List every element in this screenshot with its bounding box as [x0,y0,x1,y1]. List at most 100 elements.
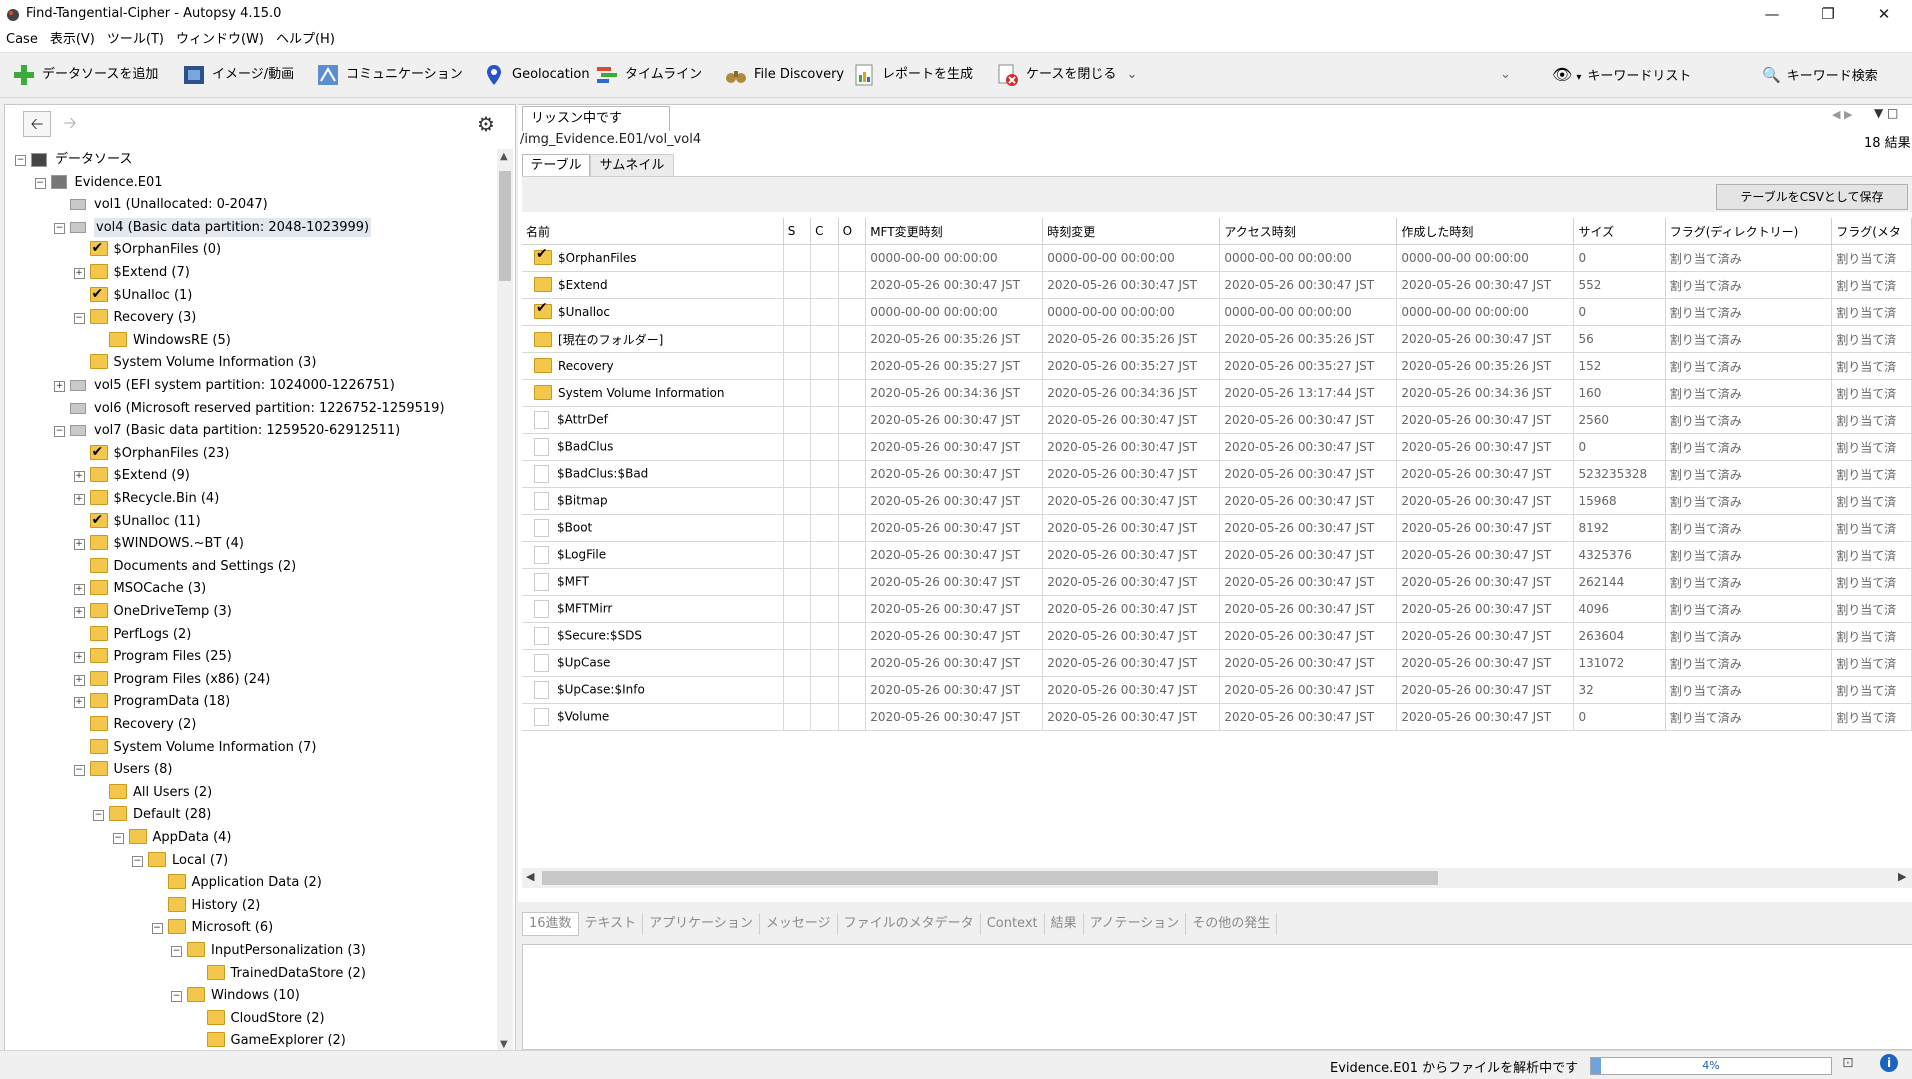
table-row[interactable]: $LogFile 2020-05-26 00:30:47 JST 2020-05-2… [522,541,1912,569]
tree-node[interactable]: TrainedDataStore (2) [206,963,366,985]
tree-node[interactable]: PerfLogs (2) [89,624,191,646]
collapse-icon[interactable]: − [34,177,46,189]
communications-button[interactable]: コミュニケーション [316,61,463,89]
tree-node[interactable]: $OrphanFiles (0) [89,237,221,261]
tree-node[interactable]: History (2) [167,895,260,917]
content-tab[interactable]: 16進数 [522,912,579,936]
timeline-button[interactable]: タイムライン [595,61,702,89]
tree-node[interactable]: CloudStore (2) [206,1008,325,1030]
geolocation-button[interactable]: Geolocation [482,61,590,89]
tree-node[interactable]: − vol7 (Basic data partition: 1259520-629… [54,420,400,442]
scroll-thumb[interactable] [499,171,511,281]
tree-node[interactable]: − AppData (4) [112,827,231,849]
column-header[interactable]: フラグ(メタ [1831,218,1912,245]
content-tab[interactable]: 結果 [1045,913,1084,935]
close-case-button[interactable]: ケースを閉じる ⌄ [996,61,1137,89]
keyword-search-button[interactable]: 🔍 キーワード検索 [1762,61,1878,89]
tree-node[interactable]: Application Data (2) [167,872,322,894]
tree-node[interactable]: All Users (2) [109,782,212,804]
generate-report-button[interactable]: レポートを生成 [852,61,973,89]
table-row[interactable]: $Extend 2020-05-26 00:30:47 JST 2020-05-26… [522,271,1912,299]
tree-node[interactable]: − データソース [15,149,132,171]
scroll-down-icon[interactable]: ▼ [500,1039,508,1050]
tree-node[interactable]: + Program Files (x86) (24) [73,669,270,691]
column-header[interactable]: フラグ(ディレクトリー) [1665,218,1833,245]
content-tab[interactable]: ファイルのメタデータ [838,913,981,935]
tree-node[interactable]: + $Extend (7) [73,262,190,284]
cancel-task-icon[interactable]: ⊡ [1842,1055,1854,1071]
back-arrow-icon[interactable]: 🡠 [23,111,51,137]
tree-node[interactable]: + ProgramData (18) [73,691,230,713]
chevron-down-icon[interactable]: ⌄ [1127,67,1138,82]
collapse-icon[interactable]: − [132,855,143,867]
table-row[interactable]: System Volume Information 2020-05-26 00:3… [522,379,1912,407]
tab-nav-arrows-icon[interactable]: ◀ ▶ [1832,108,1852,121]
table-row[interactable]: $Unalloc0000-00-00 00:00:000000-00-00 00… [522,298,1912,326]
close-window-button[interactable]: ✕ [1856,0,1912,28]
menu-tools[interactable]: ツール(T) [101,28,170,52]
tree-node[interactable]: + Program Files (25) [73,646,232,668]
images-videos-button[interactable]: イメージ/動画 [182,61,294,89]
table-row[interactable]: $OrphanFiles0000-00-00 00:00:000000-00-0… [522,244,1912,272]
tree-node[interactable]: + vol5 (EFI system partition: 1024000-122… [54,375,395,397]
table-row[interactable]: $UpCase:$Info 2020-05-26 00:30:47 JST 2020… [522,676,1912,704]
scroll-right-icon[interactable]: ▶ [1898,870,1906,883]
tree-node[interactable]: $Unalloc (1) [89,283,192,307]
file-discovery-button[interactable]: File Discovery [724,61,844,89]
expand-icon[interactable]: + [73,584,85,596]
tree-node[interactable]: WindowsRE (5) [109,330,231,352]
menu-view[interactable]: 表示(V) [44,28,101,52]
expand-icon[interactable]: + [73,674,85,686]
expand-icon[interactable]: + [73,652,85,664]
table-row[interactable]: $BadClus:$Bad 2020-05-26 00:30:47 JST 2020… [522,460,1912,488]
collapse-icon[interactable]: − [73,313,85,325]
tree-node[interactable]: − vol4 (Basic data partition: 2048-102399… [54,217,372,239]
forward-arrow-icon[interactable]: 🡢 [57,111,83,135]
column-header[interactable]: S [783,218,812,245]
tree-node[interactable]: + $Recycle.Bin (4) [73,488,219,510]
tree-node[interactable]: $Unalloc (11) [89,509,201,533]
tree-node[interactable]: + MSOCache (3) [73,578,206,600]
save-csv-button[interactable]: テーブルをCSVとして保存 [1716,184,1908,210]
tree-node[interactable]: − Users (8) [73,759,172,781]
menu-case[interactable]: Case [0,28,44,52]
tree-scrollbar[interactable]: ▲ ▼ [497,149,513,1055]
expand-icon[interactable]: + [73,268,85,279]
tree-node[interactable]: − InputPersonalization (3) [171,940,366,962]
tree-node[interactable]: vol6 (Microsoft reserved partition: 1226… [70,398,445,420]
scroll-up-icon[interactable]: ▲ [500,151,508,162]
tree-node[interactable]: − Evidence.E01 [34,172,163,194]
expand-icon[interactable]: + [54,381,65,392]
content-tab[interactable]: メッセージ [760,913,838,935]
keyword-list-button[interactable]: 👁 ▾ キーワードリスト [1552,61,1691,89]
listening-tab[interactable]: リッスン中です [522,106,670,131]
column-header[interactable]: 名前 [522,218,784,245]
horizontal-scrollbar[interactable]: ◀ ▶ [522,868,1912,888]
restore-button[interactable]: ❐ [1800,0,1856,28]
table-row[interactable]: $UpCase 2020-05-26 00:30:47 JST 2020-05-26… [522,649,1912,677]
collapse-icon[interactable]: − [171,991,182,1003]
expand-icon[interactable]: + [73,697,85,709]
tree-node[interactable]: Recovery (2) [89,714,196,736]
toolbar-overflow-chevron-icon[interactable]: ⌄ [1500,61,1511,89]
menu-window[interactable]: ウィンドウ(W) [170,28,270,52]
content-tab[interactable]: テキスト [579,913,644,935]
collapse-icon[interactable]: − [171,946,182,957]
collapse-icon[interactable]: − [112,833,124,844]
table-row[interactable]: $Boot 2020-05-26 00:30:47 JST 2020-05-26 0… [522,514,1912,542]
table-row[interactable]: $AttrDef 2020-05-26 00:30:47 JST 2020-05-2… [522,406,1912,434]
content-tab[interactable]: その他の発生 [1186,913,1278,935]
hscroll-thumb[interactable] [542,871,1438,885]
collapse-icon[interactable]: − [54,426,65,438]
table-row[interactable]: $BadClus 2020-05-26 00:30:47 JST 2020-05-2… [522,433,1912,461]
tree-node[interactable]: − Default (28) [93,804,211,826]
tree-node[interactable]: + OneDriveTemp (3) [73,601,232,623]
tree-node[interactable]: System Volume Information (3) [89,352,316,374]
tree-node[interactable]: − Local (7) [132,850,228,872]
expand-icon[interactable]: + [73,471,85,483]
tree-node[interactable]: − Microsoft (6) [151,917,273,939]
column-header[interactable]: O [838,218,867,245]
column-header[interactable]: C [810,218,839,245]
table-row[interactable]: $Secure:$SDS 2020-05-26 00:30:47 JST 2020-… [522,622,1912,650]
tree-node[interactable]: − Recovery (3) [73,307,196,329]
